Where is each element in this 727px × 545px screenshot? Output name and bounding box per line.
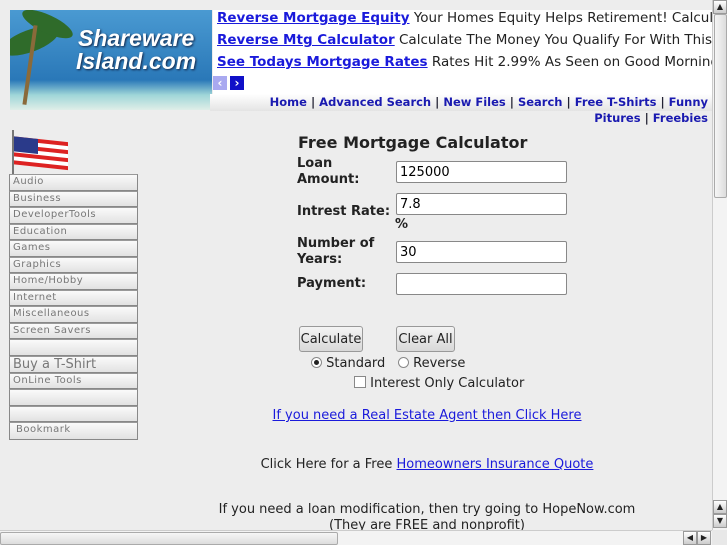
real-estate-agent-link[interactable]: If you need a Real Estate Agent then Cli…: [273, 408, 582, 423]
ad-panel: Reverse Mortgage Equity Your Homes Equit…: [213, 10, 712, 94]
sidebar-item-games[interactable]: Games: [9, 240, 138, 257]
reverse-option[interactable]: Reverse: [398, 356, 465, 371]
standard-label: Standard: [326, 356, 386, 371]
sidebar-item-bookmark[interactable]: Bookmark: [9, 422, 138, 440]
nav-link-free-t-shirts[interactable]: Free T-Shirts: [575, 95, 657, 109]
ad-text: Your Homes Equity Helps Retirement! Calc…: [413, 10, 712, 26]
payment-output[interactable]: [396, 273, 567, 295]
nav-separator: |: [509, 95, 514, 109]
ad-text: Rates Hit 2.99% As Seen on Good Morning …: [431, 54, 712, 70]
insurance-row: Click Here for a Free Homeowners Insuran…: [200, 457, 654, 472]
ad-row: Reverse Mtg Calculator Calculate The Mon…: [217, 32, 712, 48]
next-arrow-icon[interactable]: ›: [230, 76, 244, 90]
years-input[interactable]: [396, 241, 567, 263]
sidebar-item-screen-savers[interactable]: Screen Savers: [9, 322, 138, 339]
interest-only-label: Interest Only Calculator: [370, 376, 525, 391]
sidebar-item-education[interactable]: Education: [9, 223, 138, 240]
reverse-label: Reverse: [413, 356, 466, 371]
nav-separator: |: [435, 95, 440, 109]
sidebar-item-blank: [9, 389, 138, 406]
page-title: Free Mortgage Calculator: [298, 133, 528, 152]
logo-text: Island.com: [76, 48, 197, 74]
scroll-down-icon[interactable]: ▼: [713, 514, 727, 528]
nav-separator: |: [660, 95, 665, 109]
scroll-right-icon[interactable]: ▶: [697, 531, 711, 545]
sidebar-item-business[interactable]: Business: [9, 190, 138, 207]
reverse-radio[interactable]: [398, 357, 409, 368]
horizontal-scroll-thumb[interactable]: [0, 532, 338, 545]
vertical-scrollbar[interactable]: ▲ ▲ ▼: [712, 0, 727, 530]
nav-link-home[interactable]: Home: [270, 95, 307, 109]
clear-all-button[interactable]: Clear All: [396, 326, 455, 352]
interest-only-checkbox[interactable]: [354, 376, 366, 388]
percent-label: %: [395, 217, 409, 232]
nav-link-advanced-search[interactable]: Advanced Search: [319, 95, 431, 109]
us-flag-icon: [12, 130, 68, 174]
scroll-left-icon[interactable]: ◀: [683, 531, 697, 545]
sidebar-item-home-hobby[interactable]: Home/Hobby: [9, 273, 138, 290]
nav-link-freebies[interactable]: Freebies: [653, 111, 708, 125]
top-nav: Home | Advanced Search | New Files | Search | Fr…: [210, 94, 712, 125]
sidebar-item-audio[interactable]: Audio: [9, 174, 138, 191]
logo-text: Shareware: [78, 25, 195, 51]
vertical-scroll-thumb[interactable]: [714, 14, 727, 198]
ad-row: Reverse Mortgage Equity Your Homes Equit…: [217, 10, 712, 26]
nav-separator: |: [566, 95, 571, 109]
nav-link-new-files[interactable]: New Files: [443, 95, 505, 109]
interest-only-option[interactable]: Interest Only Calculator: [354, 376, 524, 391]
prev-arrow-icon[interactable]: ‹: [213, 76, 227, 90]
interest-rate-input[interactable]: [396, 193, 567, 215]
standard-radio[interactable]: [311, 357, 322, 368]
insurance-text: Click Here for a Free: [260, 457, 393, 472]
sidebar-item-blank: [9, 405, 138, 422]
ad-text: Calculate The Money You Qualify For With…: [399, 32, 712, 48]
interest-rate-label: Intrest Rate:: [297, 204, 391, 219]
ad-link[interactable]: Reverse Mtg Calculator: [217, 32, 395, 48]
nav-separator: |: [310, 95, 316, 109]
standard-option[interactable]: Standard: [311, 356, 385, 371]
scroll-corner: [712, 530, 727, 545]
nav-separator: |: [644, 111, 649, 125]
sidebar-item-developertools[interactable]: DeveloperTools: [9, 207, 138, 224]
site-logo[interactable]: Shareware Island.com: [10, 10, 212, 110]
sidebar-item-internet[interactable]: Internet: [9, 289, 138, 306]
sidebar-item-online-tools[interactable]: OnLine Tools: [9, 372, 138, 389]
sidebar-item-graphics[interactable]: Graphics: [9, 256, 138, 273]
scroll-up-icon[interactable]: ▲: [713, 0, 727, 14]
ad-link[interactable]: Reverse Mortgage Equity: [217, 10, 410, 26]
ad-row: See Todays Mortgage Rates Rates Hit 2.99…: [217, 54, 712, 70]
calculate-button[interactable]: Calculate: [299, 326, 363, 352]
insurance-quote-link[interactable]: Homeowners Insurance Quote: [397, 457, 594, 472]
payment-label: Payment:: [297, 276, 367, 291]
sidebar-item-blank: [9, 339, 138, 356]
loan-amount-label: Loan Amount:: [297, 156, 360, 187]
sidebar-item-buy-a-t-shirt[interactable]: Buy a T-Shirt: [9, 355, 138, 373]
horizontal-scrollbar[interactable]: ◀ ▶: [0, 530, 712, 545]
loan-mod-text: If you need a loan modification, then tr…: [218, 502, 636, 517]
agent-link-row: If you need a Real Estate Agent then Cli…: [200, 408, 654, 423]
sidebar-menu: Audio Business DeveloperTools Education Game…: [9, 174, 138, 440]
nav-link-search[interactable]: Search: [518, 95, 563, 109]
years-label: Number of Years:: [297, 236, 375, 267]
sidebar-item-miscellaneous[interactable]: Miscellaneous: [9, 306, 138, 323]
loan-amount-input[interactable]: [396, 161, 567, 183]
scroll-up-icon[interactable]: ▲: [713, 500, 727, 514]
ad-link[interactable]: See Todays Mortgage Rates: [217, 54, 428, 70]
